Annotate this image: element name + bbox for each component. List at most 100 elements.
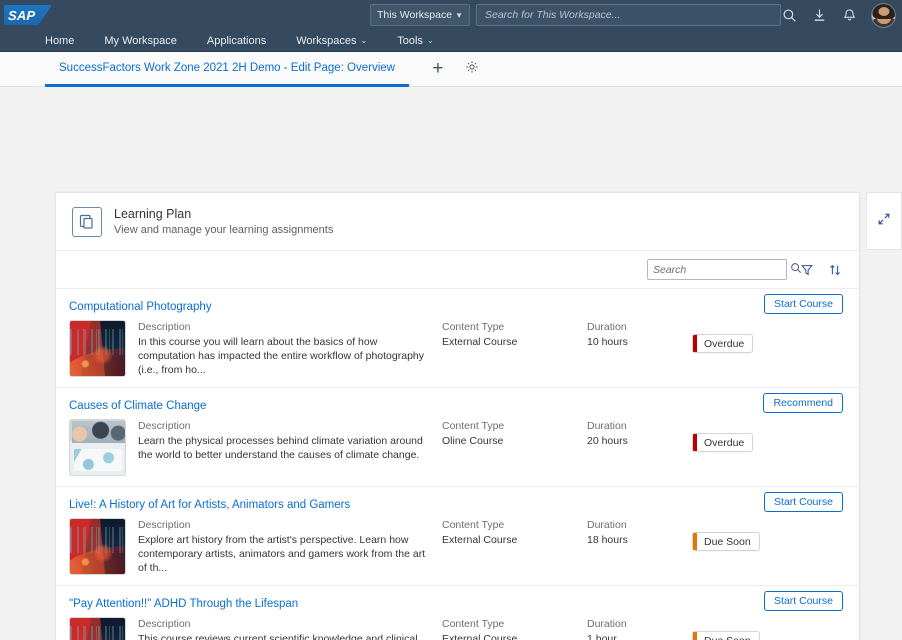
nav-item-applications[interactable]: Applications xyxy=(207,35,266,47)
workspace-scope-select[interactable]: This Workspace ▼ xyxy=(370,4,470,26)
filter-icon[interactable] xyxy=(799,262,815,278)
content-type-label: Content Type xyxy=(442,618,505,630)
status-label: Overdue xyxy=(704,337,745,350)
card-resize-panel[interactable] xyxy=(866,192,902,250)
page-canvas: Learning Plan View and manage your learn… xyxy=(0,87,902,640)
card-title: Learning Plan xyxy=(114,206,192,221)
card-title-group: Learning Plan View and manage your learn… xyxy=(114,206,333,238)
tab-label: SuccessFactors Work Zone 2021 2H Demo - … xyxy=(59,61,395,74)
nav-item-my-workspace[interactable]: My Workspace xyxy=(104,35,177,47)
card-search-input[interactable] xyxy=(653,263,790,276)
duration-value: 18 hours xyxy=(587,534,628,546)
card-toolbar xyxy=(56,251,859,289)
table-row: Live!: A History of Art for Artists, Ani… xyxy=(56,487,859,586)
course-thumbnail xyxy=(69,320,126,377)
card-subtitle: View and manage your learning assignment… xyxy=(114,223,334,236)
description-label: Description xyxy=(138,321,191,333)
description-column: Description In this course you will lear… xyxy=(138,320,428,377)
sort-icon[interactable] xyxy=(827,262,843,278)
nav-item-workspaces[interactable]: Workspaces ⌄ xyxy=(296,35,367,47)
status-color-bar xyxy=(693,434,697,451)
status-column: Due Soon xyxy=(692,617,760,640)
bell-icon[interactable] xyxy=(841,7,857,23)
status-color-bar xyxy=(693,335,697,352)
duration-label: Duration xyxy=(587,618,627,630)
status-column: Due Soon xyxy=(692,518,760,555)
content-type-label: Content Type xyxy=(442,519,505,531)
course-action-button[interactable]: Start Course xyxy=(764,591,843,611)
search-icon[interactable] xyxy=(781,7,797,23)
add-page-button[interactable]: + xyxy=(421,52,455,87)
duration-label: Duration xyxy=(587,321,627,333)
status-label: Overdue xyxy=(704,436,745,449)
course-title-link[interactable]: Computational Photography xyxy=(69,301,212,313)
content-type-label: Content Type xyxy=(442,321,505,333)
duration-value: 1 hour xyxy=(587,633,617,640)
content-type-value: External Course xyxy=(442,534,518,546)
content-type-column: Content Type External Course xyxy=(442,518,587,547)
primary-nav: Home My Workspace Applications Workspace… xyxy=(0,30,902,52)
row-body: Description This course reviews current … xyxy=(69,617,843,640)
status-color-bar xyxy=(693,632,697,640)
resize-expand-icon[interactable] xyxy=(877,212,891,231)
card-search-box[interactable] xyxy=(647,259,801,280)
download-icon[interactable] xyxy=(811,7,827,23)
nav-item-label: My Workspace xyxy=(104,34,177,47)
nav-item-label: Home xyxy=(45,34,75,47)
course-title-link[interactable]: Causes of Climate Change xyxy=(69,400,206,412)
gear-icon xyxy=(465,60,479,79)
course-action-button[interactable]: Start Course xyxy=(764,492,843,512)
row-body: Description Learn the physical processes… xyxy=(69,419,843,476)
nav-item-label: Applications xyxy=(206,34,267,47)
course-thumbnail xyxy=(69,617,126,640)
content-type-label: Content Type xyxy=(442,420,505,432)
course-thumbnail xyxy=(69,518,126,575)
description-column: Description This course reviews current … xyxy=(138,617,428,640)
status-badge: Due Soon xyxy=(692,631,760,640)
description-text: Explore art history from the artist's pe… xyxy=(138,534,426,574)
learning-plan-card: Learning Plan View and manage your learn… xyxy=(55,192,860,640)
description-label: Description xyxy=(138,420,191,432)
content-type-column: Content Type External Course xyxy=(442,617,587,640)
sap-logo-text: SAP xyxy=(7,7,36,23)
table-row: Computational Photography Start Course D… xyxy=(56,289,859,388)
description-column: Description Explore art history from the… xyxy=(138,518,428,575)
content-type-value: External Course xyxy=(442,633,518,640)
nav-item-label: Workspaces xyxy=(296,34,357,47)
course-title-link[interactable]: Live!: A History of Art for Artists, Ani… xyxy=(69,499,350,511)
table-row: "Pay Attention!!" ADHD Through the Lifes… xyxy=(56,586,859,640)
page-settings-button[interactable] xyxy=(455,52,489,87)
row-body: Description Explore art history from the… xyxy=(69,518,843,575)
row-body: Description In this course you will lear… xyxy=(69,320,843,377)
global-header: SAP This Workspace ▼ xyxy=(0,0,902,30)
content-type-value: Oline Course xyxy=(442,435,504,447)
course-action-button[interactable]: Recommend xyxy=(763,393,843,413)
status-badge: Overdue xyxy=(692,433,754,452)
content-type-column: Content Type Oline Course xyxy=(442,419,587,448)
status-column: Overdue xyxy=(692,419,754,456)
course-title-link[interactable]: "Pay Attention!!" ADHD Through the Lifes… xyxy=(69,598,298,610)
copy-stack-icon xyxy=(72,206,102,237)
chevron-down-icon: ⌄ xyxy=(426,36,434,45)
nav-item-label: Tools xyxy=(397,34,423,47)
content-type-value: External Course xyxy=(442,336,518,348)
tab-edit-page-overview[interactable]: SuccessFactors Work Zone 2021 2H Demo - … xyxy=(45,52,409,87)
nav-item-home[interactable]: Home xyxy=(45,35,74,47)
sap-logo[interactable]: SAP xyxy=(4,5,52,25)
avatar-hair xyxy=(872,3,895,19)
description-label: Description xyxy=(138,618,191,630)
duration-column: Duration 20 hours xyxy=(587,419,692,448)
duration-column: Duration 10 hours xyxy=(587,320,692,349)
card-header: Learning Plan View and manage your learn… xyxy=(56,193,859,251)
duration-label: Duration xyxy=(587,420,627,432)
course-action-button[interactable]: Start Course xyxy=(764,294,843,314)
plus-icon: + xyxy=(432,58,444,79)
chevron-down-icon: ▼ xyxy=(455,10,463,20)
status-color-bar xyxy=(693,533,697,550)
avatar[interactable] xyxy=(871,2,896,28)
nav-item-tools[interactable]: Tools ⌄ xyxy=(397,35,433,47)
status-label: Due Soon xyxy=(704,535,751,548)
course-thumbnail xyxy=(69,419,126,476)
global-search-input[interactable] xyxy=(476,4,781,26)
duration-column: Duration 1 hour xyxy=(587,617,692,640)
